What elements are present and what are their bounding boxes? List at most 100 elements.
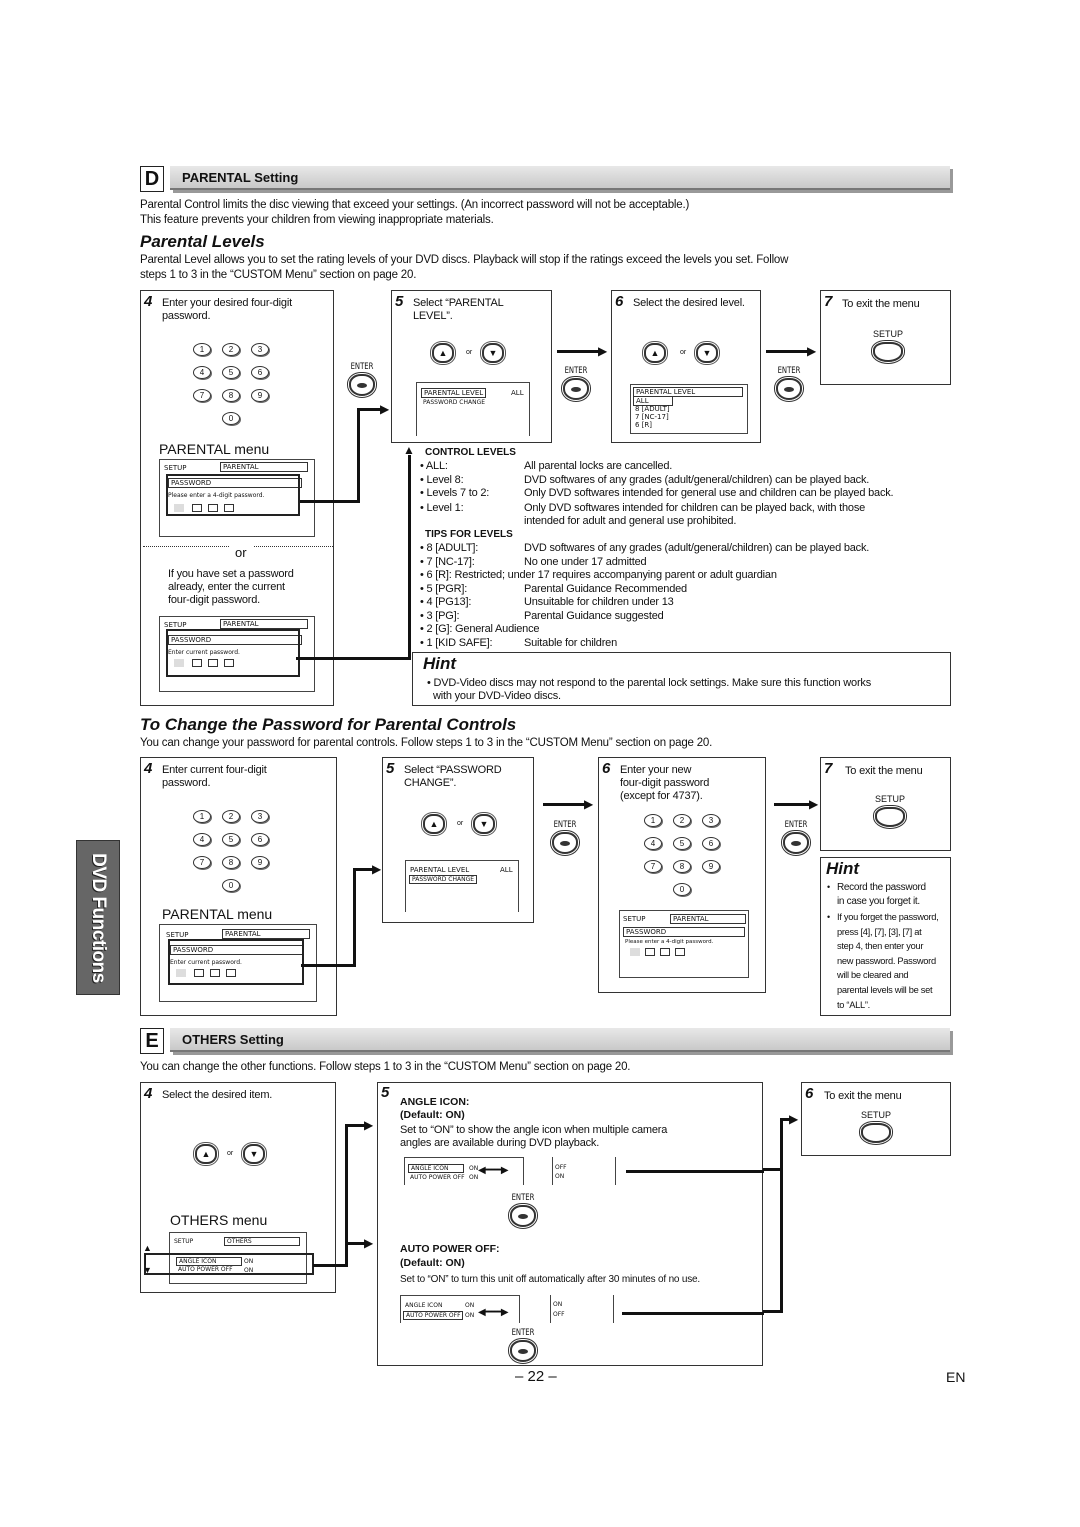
hint-text: new password. Password (837, 955, 936, 966)
hint-text: press [4], [7], [3], [7] at (837, 926, 922, 937)
key-5[interactable]: 5 (222, 833, 240, 846)
step-7-box: 7 To exit the menu SETUP (820, 757, 951, 851)
enter-button[interactable]: ENTER (775, 820, 817, 854)
key-7[interactable]: 7 (193, 856, 211, 869)
key-0[interactable]: 0 (222, 879, 240, 892)
up-arrow-button[interactable]: ▲ (644, 343, 666, 363)
angle-icon-default: (Default: ON) (400, 1109, 465, 1121)
up-arrow-button[interactable]: ▲ (423, 814, 445, 834)
enter-label: ENTER (784, 820, 808, 830)
enter-button[interactable]: ENTER (768, 366, 810, 400)
level-description: DVD softwares of any grades (adult/gener… (524, 542, 870, 554)
level-key: • Level 1: (420, 501, 464, 514)
step-text: Enter your new (620, 764, 692, 776)
key-8[interactable]: 8 (222, 389, 240, 402)
up-arrow-button[interactable]: ▲ (432, 343, 454, 363)
highlight-frame (166, 474, 300, 516)
enter-button[interactable]: ENTER (555, 366, 597, 400)
enter-icon (349, 374, 375, 396)
step-7-box: 7 To exit the menu SETUP (820, 290, 951, 385)
enter-button[interactable]: ENTER (502, 1328, 544, 1362)
step-text: If you have set a password (168, 568, 294, 580)
hint-box: Hint • Record the password in case you for… (820, 857, 951, 1016)
enter-button[interactable]: ENTER (341, 362, 383, 396)
paragraph: Parental Level allows you to set the rat… (140, 254, 789, 266)
hint-text: will be cleared and (837, 970, 909, 981)
down-arrow-button[interactable]: ▼ (243, 1144, 265, 1164)
key-6[interactable]: 6 (251, 366, 269, 379)
others-screen: ANGLE ICON ON AUTO POWER OFF ON (404, 1157, 524, 1185)
step-5-box: 5 ANGLE ICON: (Default: ON) Set to “ON” … (377, 1082, 764, 1366)
key-2[interactable]: 2 (222, 810, 240, 823)
level-row: • Levels 7 to 2: Only DVD softwares inten… (420, 487, 894, 501)
level-row: • Level 1: Only DVD softwares intended fo… (420, 501, 865, 527)
enter-button[interactable]: ENTER (502, 1193, 544, 1227)
menu-item-auto-power-off: AUTO POWER OFF (403, 1311, 463, 1320)
key-6[interactable]: 6 (702, 837, 720, 850)
key-2[interactable]: 2 (222, 343, 240, 356)
key-4[interactable]: 4 (193, 833, 211, 846)
key-1[interactable]: 1 (193, 343, 211, 356)
key-9[interactable]: 9 (702, 860, 720, 873)
screen-setup-label: SETUP (164, 464, 187, 472)
angle-icon-title: ANGLE ICON: (400, 1096, 470, 1108)
key-4[interactable]: 4 (193, 366, 211, 379)
key-1[interactable]: 1 (644, 814, 662, 827)
key-0[interactable]: 0 (222, 412, 240, 425)
key-6[interactable]: 6 (251, 833, 269, 846)
level-key: • 4 [PG13]: (420, 596, 472, 608)
up-down-arrow-icon: ▲ │ ▼ (143, 1243, 152, 1275)
key-1[interactable]: 1 (193, 810, 211, 823)
setup-button[interactable]: SETUP (858, 329, 918, 362)
level-description: Only DVD softwares intended for children… (524, 501, 866, 514)
enter-button[interactable]: ENTER (544, 820, 586, 854)
level-row: • 1 [KID SAFE]: Suitable for children (420, 637, 617, 651)
hint-text: step 4, then enter your (837, 941, 924, 952)
menu-value: ALL (511, 389, 524, 397)
setup-label: SETUP (860, 1110, 891, 1120)
key-8[interactable]: 8 (222, 856, 240, 869)
step-text: four-digit password (620, 777, 710, 789)
key-7[interactable]: 7 (193, 389, 211, 402)
or-label: or (227, 1150, 234, 1157)
key-3[interactable]: 3 (251, 343, 269, 356)
page-number: – 22 – (515, 1368, 557, 1385)
key-5[interactable]: 5 (222, 366, 240, 379)
level-option: 8 [ADULT] (635, 405, 670, 413)
key-3[interactable]: 3 (251, 810, 269, 823)
step-number: 4 (144, 1085, 153, 1102)
setup-button[interactable]: SETUP (860, 794, 920, 827)
password-screen: SETUP PARENTAL PASSWORD Please enter a 4… (159, 459, 315, 537)
step-text: angles are available during DVD playback… (400, 1137, 600, 1149)
menu-value: ALL (500, 866, 513, 874)
enter-icon (552, 832, 578, 854)
or-label: or (680, 349, 687, 356)
hint-text: with your DVD-Video discs. (433, 690, 561, 702)
key-7[interactable]: 7 (644, 860, 662, 873)
level-row: • 3 [PG]: Parental Guidance suggested (420, 610, 664, 624)
down-arrow-button[interactable]: ▼ (696, 343, 718, 363)
or-label: or (466, 349, 473, 356)
setup-label: SETUP (874, 794, 905, 804)
option-value: OFF (553, 1311, 565, 1318)
key-0[interactable]: 0 (673, 883, 691, 896)
key-5[interactable]: 5 (673, 837, 691, 850)
setup-icon (875, 807, 905, 827)
tips-title: TIPS FOR LEVELS (425, 529, 513, 540)
menu-value: ON (469, 1165, 479, 1172)
paragraph: You can change your password for parenta… (140, 737, 713, 749)
key-9[interactable]: 9 (251, 389, 269, 402)
enter-label: ENTER (553, 820, 577, 830)
key-8[interactable]: 8 (673, 860, 691, 873)
up-arrow-button[interactable]: ▲ (195, 1144, 217, 1164)
key-2[interactable]: 2 (673, 814, 691, 827)
key-4[interactable]: 4 (644, 837, 662, 850)
down-arrow-button[interactable]: ▼ (482, 343, 504, 363)
menu-label: PARENTAL menu (162, 906, 273, 922)
down-arrow-button[interactable]: ▼ (473, 814, 495, 834)
setup-button[interactable]: SETUP (846, 1110, 906, 1143)
key-3[interactable]: 3 (702, 814, 720, 827)
section-letter-e: E (140, 1028, 164, 1054)
key-9[interactable]: 9 (251, 856, 269, 869)
hint-box: Hint • DVD-Video discs may not respond t… (412, 652, 951, 706)
